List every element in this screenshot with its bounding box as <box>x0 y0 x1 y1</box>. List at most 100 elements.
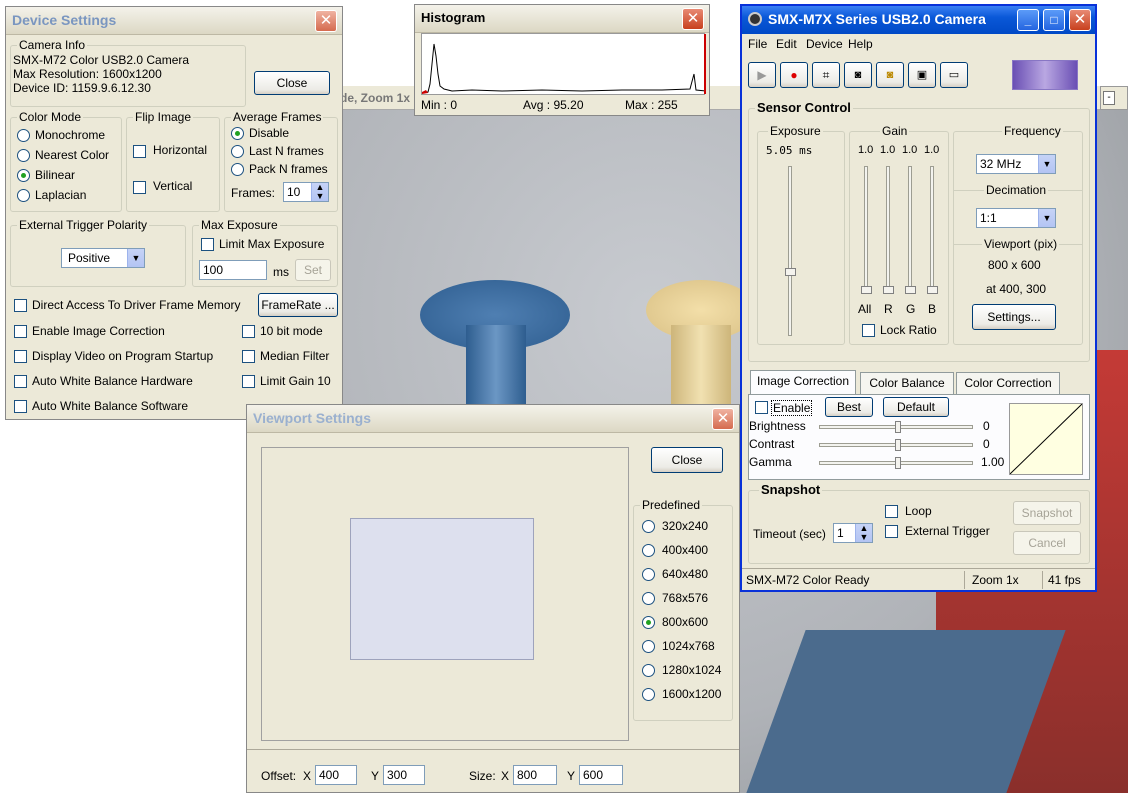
frames-spin-icon[interactable]: ▲ ▼ <box>311 183 328 201</box>
exposure-slider-track[interactable] <box>788 166 792 336</box>
correction-enable-checkbox[interactable] <box>755 401 768 414</box>
menu-file[interactable]: File <box>748 37 767 51</box>
gain-all-slider-track[interactable] <box>864 166 868 294</box>
histogram-min: Min : 0 <box>421 98 458 112</box>
gain-g-slider-track[interactable] <box>908 166 912 294</box>
color-mode-monochrome-radio[interactable] <box>17 129 30 142</box>
frequency-chevron-down-icon[interactable]: ▼ <box>1038 155 1055 173</box>
menu-edit[interactable]: Edit <box>776 37 797 51</box>
lock-ratio-label: Lock Ratio <box>880 323 937 337</box>
preset-640x480-radio[interactable] <box>642 568 655 581</box>
image-correction-checkbox[interactable] <box>14 325 27 338</box>
best-button[interactable]: Best <box>825 397 873 417</box>
tab-color-correction[interactable]: Color Correction <box>956 372 1060 394</box>
direct-access-checkbox[interactable] <box>14 299 27 312</box>
max-exposure-input[interactable]: 100 <box>199 260 267 280</box>
color-mode-nearest-radio[interactable] <box>17 149 30 162</box>
preset-768x576-radio[interactable] <box>642 592 655 605</box>
video-stop-button[interactable]: ▭ <box>940 62 968 88</box>
size-y-input[interactable]: 600 <box>579 765 623 785</box>
viewport-size: 800 x 600 <box>988 258 1041 272</box>
camera-close-button[interactable]: ✕ <box>1069 9 1091 31</box>
minimize-button[interactable]: _ <box>1017 9 1039 31</box>
average-disable-radio[interactable] <box>231 127 244 140</box>
cancel-button[interactable]: Cancel <box>1013 531 1081 555</box>
display-video-checkbox[interactable] <box>14 350 27 363</box>
trigger-polarity-select[interactable]: Positive ▼ <box>61 248 145 268</box>
median-filter-checkbox[interactable] <box>242 350 255 363</box>
external-trigger-checkbox[interactable] <box>885 525 898 538</box>
timeout-spin-icon[interactable]: ▲ ▼ <box>855 524 872 542</box>
device-settings-close-x-button[interactable]: ✕ <box>315 10 337 32</box>
awb-software-checkbox[interactable] <box>14 400 27 413</box>
viewport-settings-close-x-button[interactable]: ✕ <box>712 408 734 430</box>
loop-checkbox[interactable] <box>885 505 898 518</box>
camera-info-line2: Max Resolution: 1600x1200 <box>13 67 162 81</box>
awb-hardware-label: Auto White Balance Hardware <box>32 374 193 388</box>
framerate-button[interactable]: FrameRate ... <box>258 293 338 317</box>
default-button[interactable]: Default <box>883 397 949 417</box>
ten-bit-checkbox[interactable] <box>242 325 255 338</box>
average-disable-label: Disable <box>249 126 290 140</box>
max-exposure-set-button[interactable]: Set <box>295 259 331 281</box>
contrast-slider-thumb[interactable] <box>895 439 901 451</box>
average-pack-n-radio[interactable] <box>231 163 244 176</box>
offset-x-input[interactable]: 400 <box>315 765 357 785</box>
histogram-avg: Avg : 95.20 <box>523 98 584 112</box>
gain-r-slider-thumb[interactable] <box>883 286 894 294</box>
camera-add-button[interactable]: ◙ <box>876 62 904 88</box>
image-correction-label: Enable Image Correction <box>32 324 165 338</box>
preset-1024x768-radio[interactable] <box>642 640 655 653</box>
timeout-spinner[interactable]: 1 ▲ ▼ <box>833 523 873 543</box>
menu-help[interactable]: Help <box>848 37 873 51</box>
background-minimize-icon[interactable]: - <box>1103 91 1115 105</box>
limit-max-exposure-checkbox[interactable] <box>201 238 214 251</box>
chevron-down-icon[interactable]: ▼ <box>127 249 144 267</box>
gain-b-slider-track[interactable] <box>930 166 934 294</box>
record-button[interactable]: ● <box>780 62 808 88</box>
preset-320x240-radio[interactable] <box>642 520 655 533</box>
gamma-slider-thumb[interactable] <box>895 457 901 469</box>
brightness-slider-thumb[interactable] <box>895 421 901 433</box>
preset-400x400-radio[interactable] <box>642 544 655 557</box>
play-button[interactable]: ▶ <box>748 62 776 88</box>
decimation-chevron-down-icon[interactable]: ▼ <box>1038 209 1055 227</box>
video-camera-button[interactable]: ▣ <box>908 62 936 88</box>
offset-y-input[interactable]: 300 <box>383 765 425 785</box>
gain-r-slider-track[interactable] <box>886 166 890 294</box>
size-x-input[interactable]: 800 <box>513 765 557 785</box>
preset-1600x1200-radio[interactable] <box>642 688 655 701</box>
menu-device[interactable]: Device <box>806 37 843 51</box>
limit-gain-checkbox[interactable] <box>242 375 255 388</box>
lock-ratio-checkbox[interactable] <box>862 324 875 337</box>
tab-image-correction[interactable]: Image Correction <box>750 370 856 394</box>
preset-800x600-radio[interactable] <box>642 616 655 629</box>
viewport-rectangle[interactable] <box>350 518 534 660</box>
gain-b-slider-thumb[interactable] <box>927 286 938 294</box>
color-mode-laplacian-radio[interactable] <box>17 189 30 202</box>
color-mode-bilinear-radio[interactable] <box>17 169 30 182</box>
camera-snapshot-button[interactable]: ◙ <box>844 62 872 88</box>
tab-color-balance[interactable]: Color Balance <box>860 372 954 394</box>
exposure-slider-thumb[interactable] <box>785 268 796 276</box>
flip-horizontal-checkbox[interactable] <box>133 145 146 158</box>
viewport-close-button[interactable]: Close <box>651 447 723 473</box>
decimation-select[interactable]: 1:1 ▼ <box>976 208 1056 228</box>
device-settings-close-button[interactable]: Close <box>254 71 330 95</box>
ten-bit-label: 10 bit mode <box>260 324 323 338</box>
maximize-button[interactable]: □ <box>1043 9 1065 31</box>
crop-button[interactable]: ⌗ <box>812 62 840 88</box>
flip-vertical-checkbox[interactable] <box>133 181 146 194</box>
viewport-settings-button[interactable]: Settings... <box>972 304 1056 330</box>
snapshot-button[interactable]: Snapshot <box>1013 501 1081 525</box>
awb-hardware-checkbox[interactable] <box>14 375 27 388</box>
device-settings-title: Device Settings <box>12 12 117 28</box>
average-pack-n-label: Pack N frames <box>249 162 328 176</box>
average-last-n-radio[interactable] <box>231 145 244 158</box>
gain-g-slider-thumb[interactable] <box>905 286 916 294</box>
gain-all-slider-thumb[interactable] <box>861 286 872 294</box>
frequency-select[interactable]: 32 MHz ▼ <box>976 154 1056 174</box>
preset-1280x1024-radio[interactable] <box>642 664 655 677</box>
frames-spinner[interactable]: 10 ▲ ▼ <box>283 182 329 202</box>
histogram-close-button[interactable]: ✕ <box>682 8 704 30</box>
